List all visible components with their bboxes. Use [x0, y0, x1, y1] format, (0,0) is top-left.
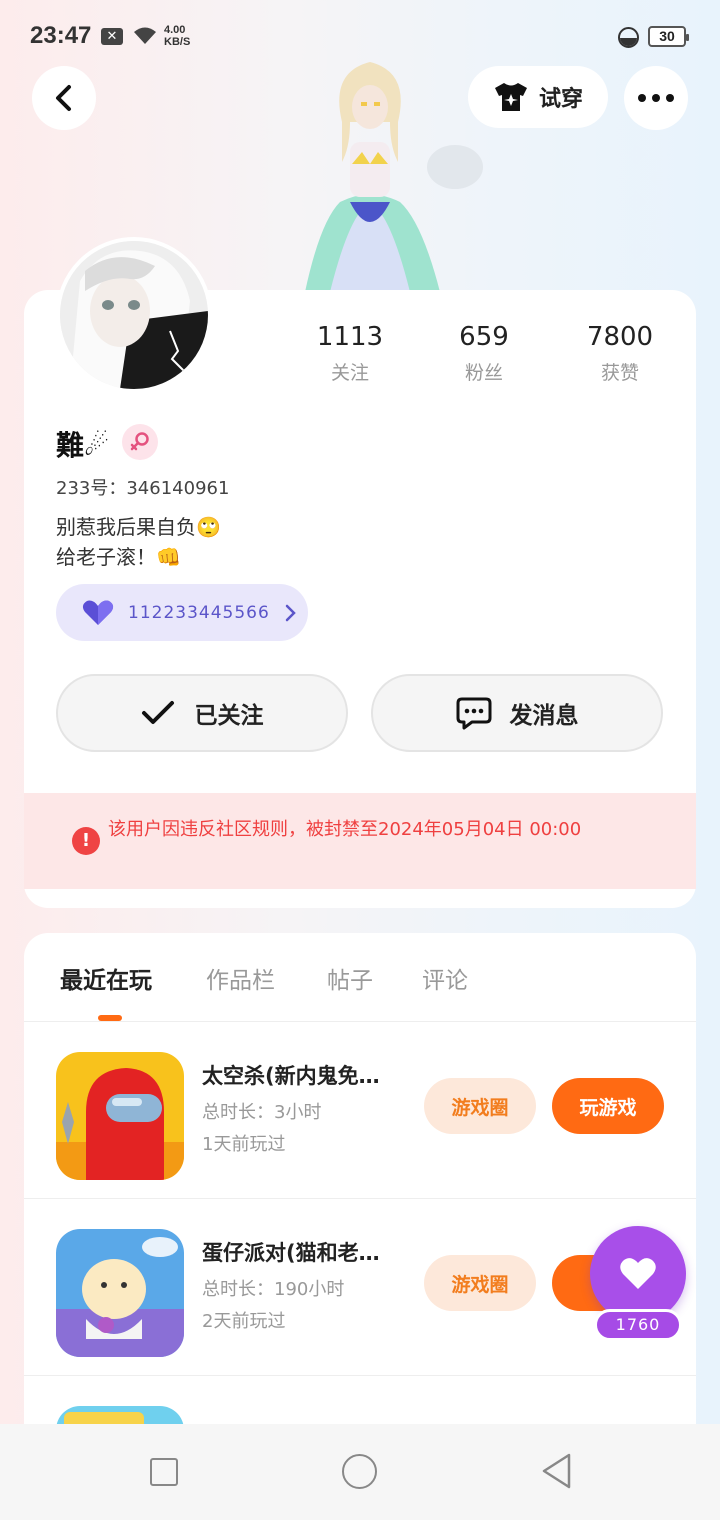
game-circle-button[interactable]: 游戏圈 — [424, 1078, 536, 1134]
more-options-button[interactable] — [624, 66, 688, 130]
female-icon — [122, 424, 158, 460]
heart-icon — [82, 600, 114, 625]
follow-label: 已关注 — [194, 703, 264, 729]
tshirt-icon — [494, 83, 527, 111]
system-nav-bar — [0, 1424, 720, 1520]
status-time: 23:47 — [30, 22, 92, 49]
active-tab-indicator — [98, 1015, 122, 1021]
followers-count: 659 — [459, 322, 509, 352]
list-item[interactable]: 太空杀(新内鬼免… 总时长：3小时 1天前玩过 游戏圈 玩游戏 — [24, 1022, 696, 1199]
chat-bubble-icon — [456, 697, 491, 730]
bio-line-1: 别惹我后果自负🙄 — [56, 515, 221, 539]
followers-label: 粉丝 — [464, 362, 503, 384]
chevron-left-icon — [56, 85, 71, 111]
home-button[interactable] — [342, 1454, 377, 1489]
avatar-image — [60, 241, 208, 389]
message-label: 发消息 — [509, 703, 579, 729]
game-last-played: 1天前玩过 — [202, 1134, 286, 1155]
game-title: 太空杀(新内鬼免… — [202, 1064, 380, 1088]
game-icon — [56, 1229, 184, 1357]
warning-icon: ! — [72, 827, 100, 855]
game-icon — [56, 1052, 184, 1180]
game-duration: 总时长：3小时 — [202, 1102, 322, 1123]
floating-like-button[interactable] — [590, 1226, 686, 1322]
follow-button[interactable]: 已关注 — [56, 674, 348, 752]
try-on-button[interactable]: 试穿 — [468, 66, 608, 128]
game-duration: 总时长：190小时 — [202, 1279, 345, 1300]
bio-line-2: 给老子滚！👊 — [56, 545, 181, 569]
message-button[interactable]: 发消息 — [371, 674, 663, 752]
ban-notice: ! 该用户因违反社区规则，被封禁至2024年05月04日 00:00 — [24, 793, 696, 889]
tab-recently-played[interactable]: 最近在玩 — [60, 961, 152, 995]
stat-followers[interactable]: 659 粉丝 — [424, 322, 544, 385]
game-title: 蛋仔派对(猫和老… — [202, 1241, 380, 1265]
guild-id: 112233445566 — [128, 602, 270, 623]
battery-indicator: 30 — [648, 26, 689, 47]
try-on-label: 试穿 — [538, 87, 583, 112]
game-circle-button[interactable]: 游戏圈 — [424, 1255, 536, 1311]
avatar[interactable] — [56, 237, 212, 393]
heart-icon — [620, 1258, 656, 1289]
like-count-badge: 1760 — [594, 1309, 682, 1341]
notification-icon: ✕ — [101, 28, 123, 45]
user-bio: 别惹我后果自负🙄 给老子滚！👊 — [56, 512, 221, 572]
likes-label: 获赞 — [600, 362, 639, 384]
check-icon — [141, 701, 174, 724]
back-button[interactable] — [32, 66, 96, 130]
following-count: 1113 — [316, 322, 384, 352]
likes-count: 7800 — [586, 322, 654, 352]
tab-bar: 最近在玩 作品栏 帖子 评论 — [24, 933, 696, 1022]
play-game-button[interactable]: 玩游戏 — [552, 1078, 664, 1134]
network-speed: 4.00 KB/S — [164, 24, 191, 48]
avatar-figure-image — [305, 62, 483, 292]
tab-posts[interactable]: 帖子 — [327, 961, 373, 995]
wifi-icon — [134, 27, 156, 44]
stat-likes[interactable]: 7800 获赞 — [560, 322, 680, 385]
following-label: 关注 — [330, 362, 369, 384]
chevron-right-icon — [285, 604, 296, 621]
user-name: 難☄ — [56, 429, 110, 462]
stat-following[interactable]: 1113 关注 — [290, 322, 410, 385]
game-last-played: 2天前玩过 — [202, 1311, 286, 1332]
tab-comments[interactable]: 评论 — [422, 961, 468, 995]
tab-works[interactable]: 作品栏 — [206, 961, 275, 995]
dnd-icon — [618, 27, 639, 48]
more-icon — [638, 94, 674, 102]
nav-back-button[interactable] — [540, 1452, 572, 1490]
user-id: 233号：346140961 — [56, 478, 230, 499]
guild-badge[interactable]: 112233445566 — [56, 584, 308, 641]
ban-notice-text: 该用户因违反社区规则，被封禁至2024年05月04日 00:00 — [108, 819, 582, 840]
recent-apps-button[interactable] — [150, 1458, 178, 1486]
